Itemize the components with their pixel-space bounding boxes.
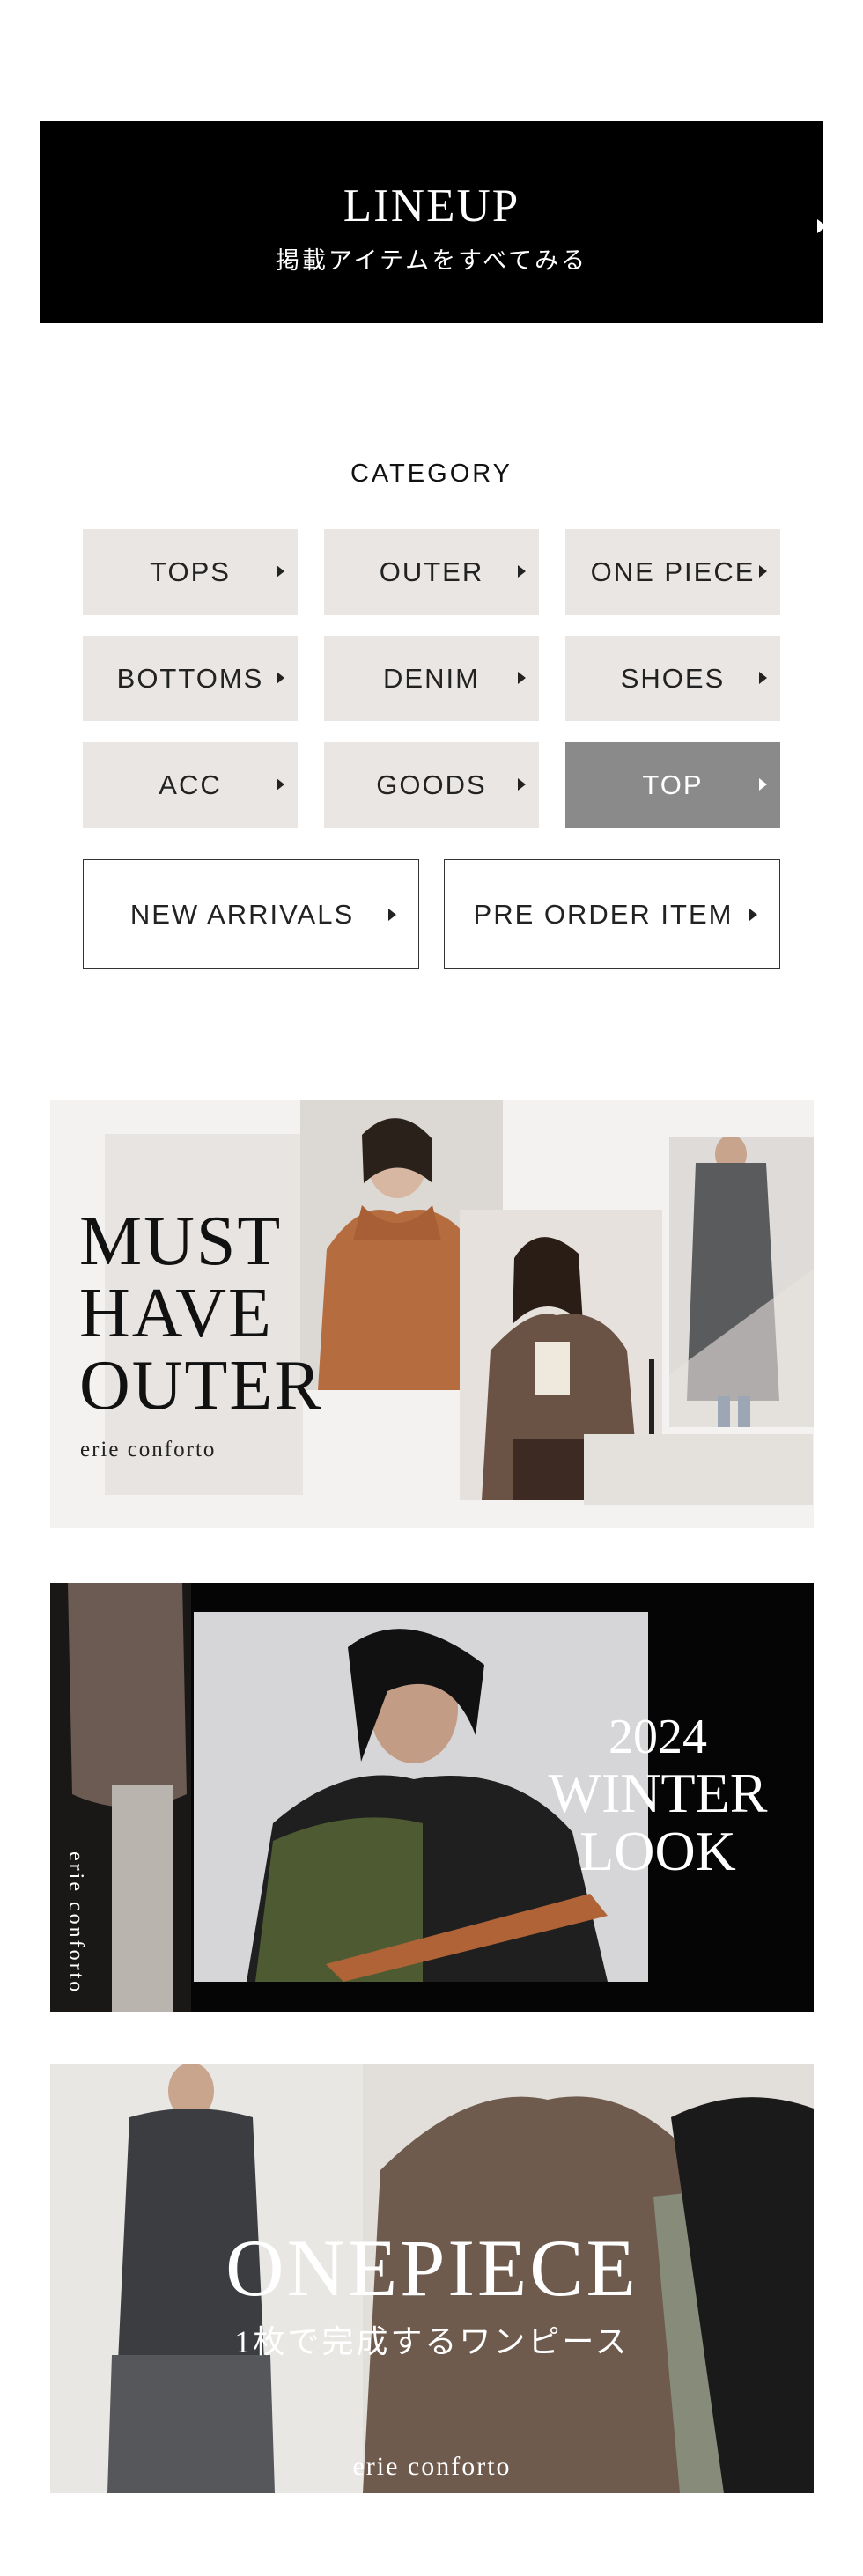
must-have-outer-banner[interactable]: MUST HAVE OUTER erie conforto (50, 1100, 814, 1528)
category-denim-button[interactable]: DENIM (324, 636, 539, 721)
arrow-right-icon (759, 565, 767, 578)
title-line: LOOK (579, 1820, 736, 1882)
arrow-right-icon (817, 219, 827, 233)
pre-order-button[interactable]: PRE ORDER ITEM (444, 859, 780, 969)
onepiece-banner[interactable]: ONEPIECE 1枚で完成するワンピース erie conforto (50, 2064, 814, 2493)
category-label: SHOES (620, 662, 726, 694)
backdrop-panel (584, 1434, 813, 1505)
category-label: BOTTOMS (116, 662, 264, 694)
title-year: 2024 (609, 1710, 707, 1764)
category-acc-button[interactable]: ACC (83, 742, 298, 828)
category-label: ACC (159, 769, 222, 800)
brand-logo-vertical: erie conforto (64, 1851, 87, 1995)
arrow-right-icon (759, 672, 767, 684)
new-arrivals-button[interactable]: NEW ARRIVALS (83, 859, 419, 969)
category-outer-button[interactable]: OUTER (324, 529, 539, 615)
must-have-outer-title: MUST HAVE OUTER (79, 1205, 323, 1422)
new-arrivals-label: NEW ARRIVALS (129, 898, 355, 930)
onepiece-title: ONEPIECE (225, 2223, 638, 2313)
category-tops-button[interactable]: TOPS (83, 529, 298, 615)
arrow-right-icon (518, 672, 526, 684)
category-label: TOPS (150, 556, 231, 587)
category-label: OUTER (379, 556, 484, 587)
brand-logo: erie conforto (352, 2452, 512, 2481)
arrow-right-icon (749, 909, 757, 921)
category-shoes-button[interactable]: SHOES (565, 636, 780, 721)
title-line: MUST (79, 1203, 283, 1280)
category-onepiece-button[interactable]: ONE PIECE (565, 529, 780, 615)
title-line: OUTER (79, 1347, 323, 1424)
title-line: HAVE (79, 1275, 273, 1352)
brand-logo: erie conforto (80, 1438, 217, 1461)
category-label: DENIM (383, 662, 480, 694)
arrow-right-icon (518, 565, 526, 578)
title-line: WINTER (548, 1762, 768, 1824)
category-bottoms-button[interactable]: BOTTOMS (83, 636, 298, 721)
arrow-right-icon (388, 909, 396, 921)
pre-order-label: PRE ORDER ITEM (473, 898, 734, 930)
arrow-right-icon (277, 672, 284, 684)
arrow-right-icon (277, 565, 284, 578)
winter-look-banner[interactable]: erie conforto 2024 WINTER LOOK (50, 1583, 814, 2012)
arrow-right-icon (759, 778, 767, 791)
onepiece-subtitle: 1枚で完成するワンピース (234, 2324, 630, 2359)
category-label: ONE PIECE (590, 556, 756, 587)
winter-look-title: 2024 WINTER LOOK (526, 1710, 790, 1880)
lineup-title: LINEUP (343, 180, 520, 232)
category-goods-button[interactable]: GOODS (324, 742, 539, 828)
lineup-subtitle: 掲載アイテムをすべてみる (275, 247, 588, 274)
arrow-right-icon (277, 778, 284, 791)
category-label: TOP (642, 769, 704, 800)
category-heading: CATEGORY (350, 460, 513, 488)
lineup-banner[interactable]: LINEUP 掲載アイテムをすべてみる (40, 121, 827, 323)
category-label: GOODS (376, 769, 487, 800)
arrow-right-icon (518, 778, 526, 791)
model-photo-3 (669, 1135, 814, 1427)
category-top-button[interactable]: TOP (565, 742, 780, 828)
